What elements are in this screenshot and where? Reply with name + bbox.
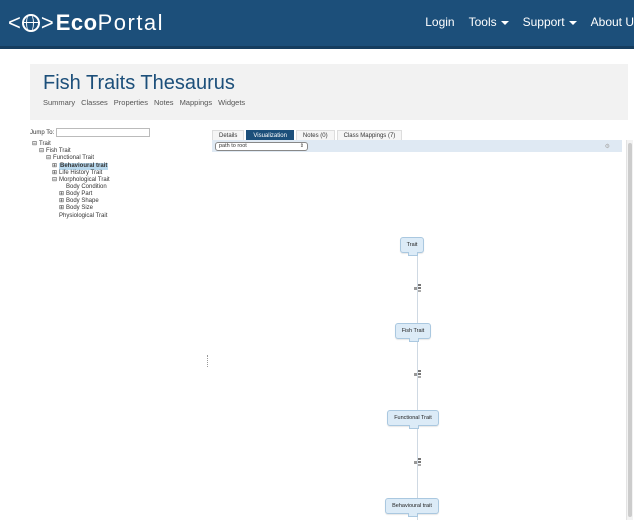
vertical-scrollbar[interactable] [626,140,633,520]
collapse-icon[interactable]: ⊟ [32,141,37,148]
jump-to-input[interactable] [56,128,151,137]
graph-node-label: Behavioural trait [392,503,432,509]
node-expand-icon[interactable] [408,252,418,256]
support-menu-label: Support [522,15,565,29]
logo-bracket-left: < [8,10,21,35]
tree-node-label: Life History Trait [59,170,103,176]
subclass-link-icon [414,458,422,466]
graph-node-behavioural-trait[interactable]: Behavioural trait [385,498,439,517]
tree-node-label: Body Part [66,191,93,197]
tree-node-label: Physiological Trait [59,213,108,219]
tree-node-body-shape[interactable]: ⊞ Body Shape [59,198,99,205]
view-type-select[interactable]: path to root ⇕ [215,142,308,151]
node-expand-icon[interactable] [408,513,418,517]
tree-node-physiological-trait[interactable]: Physiological Trait [59,213,107,220]
tab-notes[interactable]: Notes [154,98,174,107]
top-navbar: < > Eco Portal Login Tools Support About… [0,0,634,49]
tree-node-behavioural-trait[interactable]: ⊞ Behavioural trait [52,163,109,170]
tree-node-body-size[interactable]: ⊞ Body Size [59,205,93,212]
visualization-canvas[interactable]: Trait Fish Trait Functional Trait Behavi… [212,152,622,520]
tab-properties[interactable]: Properties [114,98,148,107]
graph-node-label: Fish Trait [401,328,425,334]
graph-node-fish-trait[interactable]: Fish Trait [395,323,431,342]
collapse-icon[interactable]: ⊟ [39,148,44,155]
tree-node-label: Fish Trait [46,148,71,154]
tree-node-label: Body Condition [66,184,107,190]
tree-node-label: Trait [39,141,51,147]
nav-links: Login Tools Support About U [425,15,634,29]
collapse-icon[interactable]: ⊟ [46,155,51,162]
tree-node-label: Functional Trait [53,155,95,161]
scrollbar-thumb[interactable] [628,143,632,517]
tab-summary[interactable]: Summary [43,98,75,107]
class-tabs: Details Visualization Notes (0) Class Ma… [212,130,404,141]
expand-icon[interactable]: ⊞ [52,170,57,177]
expand-icon[interactable]: ⊞ [59,205,64,212]
logo-bracket-right: > [40,10,54,35]
tree-node-body-condition[interactable]: Body Condition [66,184,107,191]
tab-mappings[interactable]: Mappings [180,98,213,107]
tree-node-label: Body Size [66,205,94,211]
graph-node-functional-trait[interactable]: Functional Trait [387,410,439,429]
ontology-header: Fish Traits Thesaurus Summary Classes Pr… [30,64,628,120]
tree-node-morphological-trait[interactable]: ⊟ Morphological Trait [52,177,110,184]
collapse-icon[interactable]: ⊟ [52,177,57,184]
class-details-panel: Details Visualization Notes (0) Class Ma… [212,128,634,520]
graph-node-trait[interactable]: Trait [400,237,424,256]
subclass-link-icon [414,370,422,378]
tree-node-functional-trait[interactable]: ⊟ Functional Trait [46,155,94,162]
tree-node-fish-trait[interactable]: ⊟ Fish Trait [39,148,71,155]
jump-to: Jump To: [30,128,151,137]
jump-to-label: Jump To: [30,129,55,136]
view-type-select-value: path to root [219,143,247,149]
ontology-tabs: Summary Classes Properties Notes Mapping… [43,98,245,107]
expand-icon[interactable]: ⊞ [59,198,64,205]
settings-icon[interactable]: ⚙ [605,143,610,150]
graph-node-label: Functional Trait [394,415,432,421]
expand-icon[interactable]: ⊞ [59,191,64,198]
tools-menu[interactable]: Tools [469,15,509,29]
tree-node-body-part[interactable]: ⊞ Body Part [59,191,92,198]
graph-node-label: Trait [406,242,418,248]
login-link[interactable]: Login [425,15,454,29]
ecoportal-logo[interactable]: < > Eco Portal [8,10,164,36]
tree-node-label: Morphological Trait [59,177,110,183]
panel-splitter[interactable] [207,355,210,367]
tools-menu-label: Tools [468,15,497,29]
caret-down-icon [500,20,509,25]
logo-portal-text: Portal [97,10,165,35]
tree-node-trait[interactable]: ⊟ Trait [32,141,51,148]
logo-eco-text: Eco [55,10,98,35]
node-expand-icon[interactable] [409,338,419,342]
about-link[interactable]: About U [591,15,634,29]
page-title: Fish Traits Thesaurus [43,72,235,94]
tree-node-label: Body Shape [66,198,99,204]
globe-icon [21,14,40,32]
caret-down-icon [568,20,577,25]
support-menu[interactable]: Support [523,15,577,29]
tree-node-life-history-trait[interactable]: ⊞ Life History Trait [52,170,102,177]
tab-widgets[interactable]: Widgets [218,98,245,107]
class-tree-panel: Jump To: ⊟ Trait ⊟ Fish Trait ⊟ Functional … [30,128,205,520]
visualization-toolbar: path to root ⇕ ⚙ [212,140,622,152]
tab-classes[interactable]: Classes [81,98,108,107]
expand-icon[interactable]: ⊞ [52,163,57,170]
node-expand-icon[interactable] [409,425,419,429]
tree-node-label-selected: Behavioural trait [59,163,109,170]
select-arrows-icon: ⇕ [299,143,304,149]
subclass-link-icon [414,284,422,292]
